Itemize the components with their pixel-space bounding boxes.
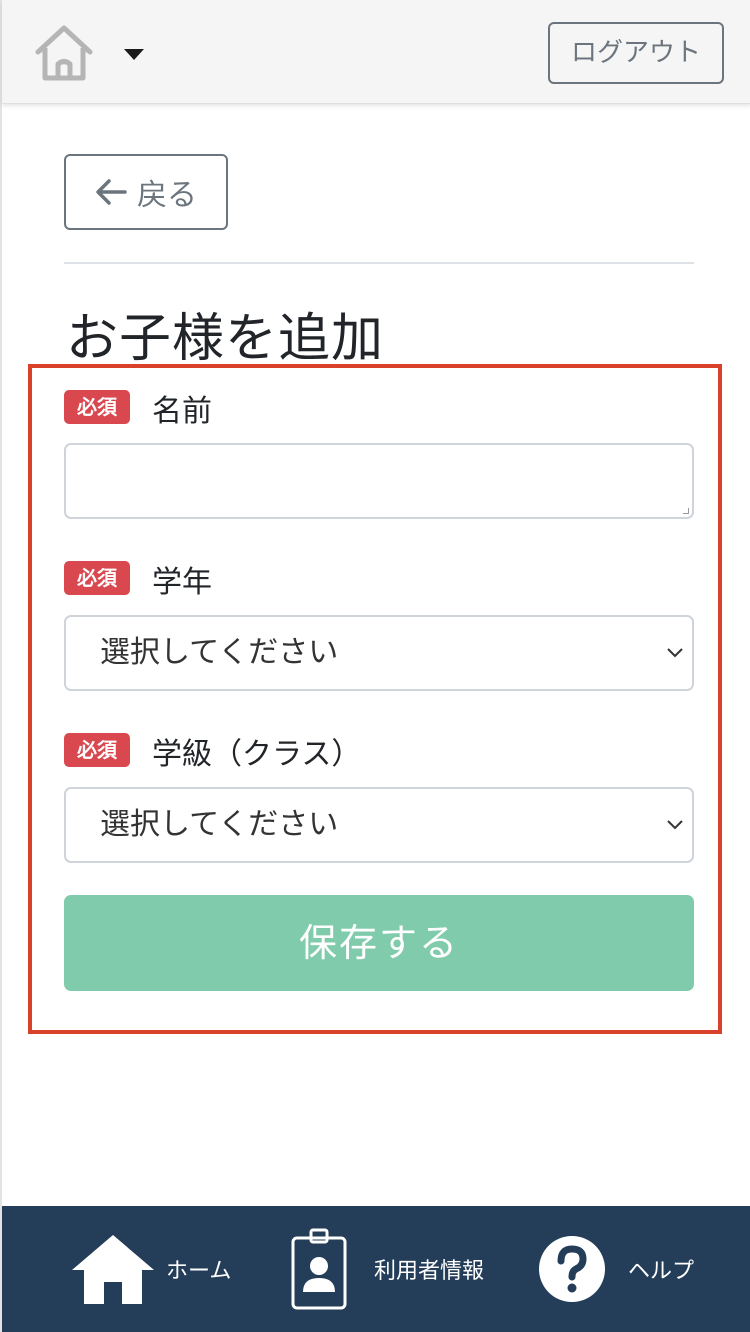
class-select[interactable]: 選択してください <box>64 787 694 863</box>
grade-select-value: 選択してください <box>100 635 339 670</box>
page-title: お子様を追加 <box>66 309 385 369</box>
home-icon[interactable] <box>32 22 96 86</box>
nav-label-help: ヘルプ <box>628 1259 695 1284</box>
nav-item-home[interactable]: ホーム <box>70 1206 231 1332</box>
nav-item-user-info[interactable]: 利用者情報 <box>290 1206 484 1332</box>
logout-button[interactable]: ログアウト <box>548 22 724 84</box>
required-badge: 必須 <box>64 390 130 424</box>
divider <box>64 262 694 264</box>
id-badge-icon <box>291 1228 347 1310</box>
top-header: ログアウト <box>2 0 750 104</box>
required-badge: 必須 <box>64 733 130 767</box>
back-button-label: 戻る <box>137 178 197 213</box>
bottom-nav: ホーム 利用者情報 ヘルプ <box>2 1206 750 1332</box>
chevron-down-icon <box>667 820 683 830</box>
name-label: 名前 <box>152 394 212 429</box>
app-page: ログアウト 戻る お子様を追加 必須 名前 必須 学年 選択してください 必須 … <box>0 0 750 1332</box>
class-select-value: 選択してください <box>100 807 339 842</box>
chevron-down-icon <box>667 648 683 658</box>
save-button[interactable]: 保存する <box>64 895 694 991</box>
arrow-left-icon <box>96 179 127 205</box>
class-label: 学級（クラス） <box>152 737 362 772</box>
nav-label-user-info: 利用者情報 <box>374 1259 485 1284</box>
nav-item-help[interactable]: ヘルプ <box>538 1206 694 1332</box>
house-icon <box>72 1235 154 1304</box>
grade-label: 学年 <box>152 565 212 600</box>
name-input[interactable] <box>64 443 694 519</box>
caret-down-icon[interactable] <box>122 46 146 62</box>
question-circle-icon <box>539 1236 605 1302</box>
nav-label-home: ホーム <box>166 1259 232 1284</box>
grade-select[interactable]: 選択してください <box>64 615 694 691</box>
resize-grip-icon[interactable] <box>683 508 689 514</box>
required-badge: 必須 <box>64 561 130 595</box>
back-button[interactable]: 戻る <box>64 154 228 230</box>
